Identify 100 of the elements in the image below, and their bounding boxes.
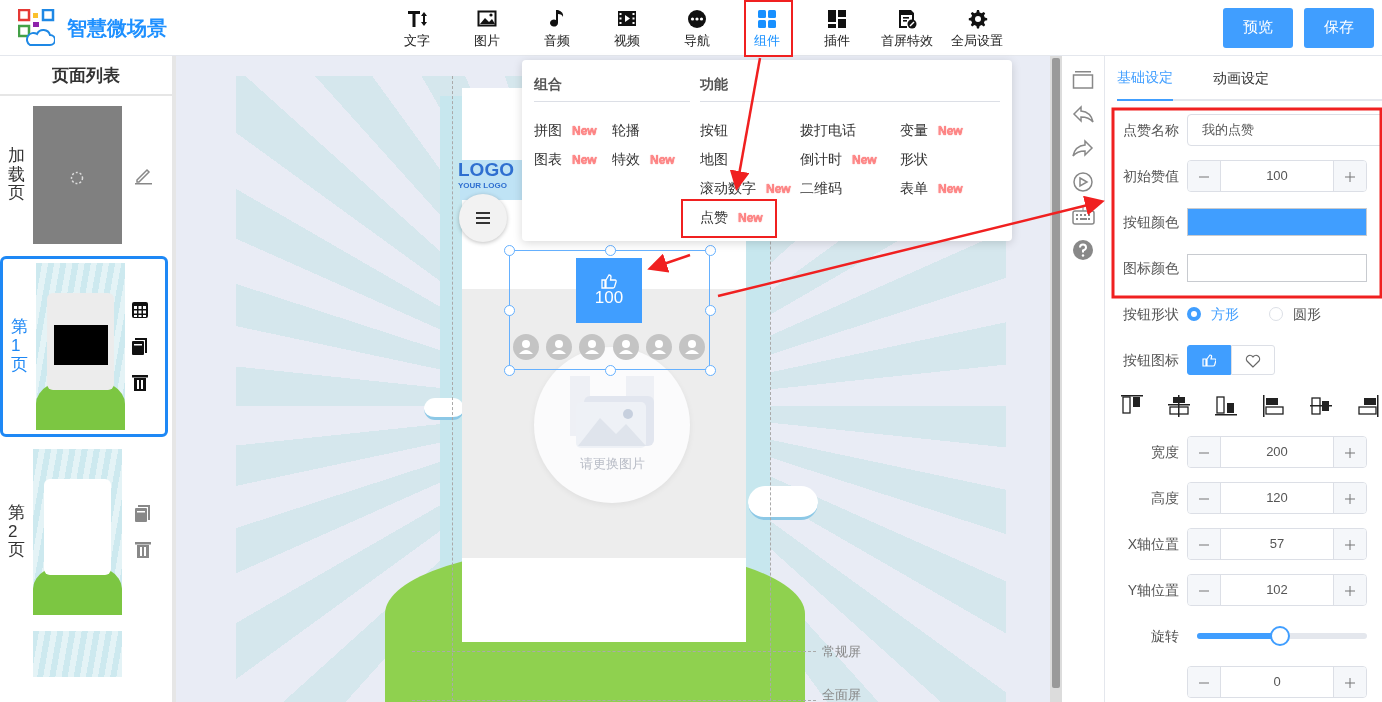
menu-icon: [476, 212, 490, 224]
toolbar-tab[interactable]: 文字: [382, 0, 452, 56]
scrollbar[interactable]: [1050, 56, 1062, 702]
number-stepper[interactable]: 102: [1187, 574, 1367, 606]
image-icon: [476, 8, 498, 29]
align-icon[interactable]: [1215, 395, 1238, 417]
field-label: 初始赞值: [1122, 166, 1179, 186]
layers-icon[interactable]: [1071, 70, 1095, 90]
dots-circle-icon: [686, 8, 708, 29]
resize-handle[interactable]: [604, 365, 616, 376]
resize-handle[interactable]: [705, 365, 716, 376]
number-stepper[interactable]: 120: [1187, 482, 1367, 514]
thumbs-up-icon: [1202, 354, 1216, 368]
radio-option[interactable]: 圆形: [1269, 303, 1321, 325]
like-count: 100: [594, 289, 624, 307]
menu-item[interactable]: 按钮: [700, 120, 728, 141]
toolbar-tab[interactable]: 视频: [592, 0, 662, 56]
page-item[interactable]: 第1页: [0, 256, 168, 437]
placeholder-text: 请更换图片: [579, 455, 645, 474]
number-stepper[interactable]: 200: [1187, 436, 1367, 468]
resize-handle[interactable]: [504, 305, 515, 316]
resize-handle[interactable]: [604, 245, 616, 256]
guide-label: 常规屏: [822, 643, 861, 661]
logo-tagline: YOUR LOGO: [458, 180, 507, 192]
menu-item[interactable]: 二维码: [800, 178, 842, 199]
copy-icon[interactable]: [131, 336, 149, 357]
field-label: 图标颜色: [1122, 258, 1179, 278]
play-icon[interactable]: [1071, 172, 1095, 192]
slider-handle[interactable]: [1270, 626, 1291, 646]
logo-text: LOGO: [458, 160, 514, 180]
sidebar-title: 页面列表: [0, 56, 172, 96]
menu-group-title: 组合: [534, 74, 690, 102]
radio-button[interactable]: [1187, 307, 1201, 321]
new-tag: New: [738, 208, 763, 227]
keyboard-icon[interactable]: [1071, 206, 1095, 226]
text-field[interactable]: 我的点赞: [1187, 114, 1382, 146]
menu-item[interactable]: 拼图: [534, 120, 562, 141]
align-icon[interactable]: [1356, 395, 1379, 417]
settings-tab[interactable]: 动画设定: [1213, 56, 1269, 101]
plus-icon: [1345, 677, 1355, 688]
field-label: 旋转: [1150, 626, 1179, 646]
page-label: 第1页: [11, 318, 28, 375]
resize-handle[interactable]: [705, 245, 716, 256]
page-label: 加载页: [8, 146, 25, 204]
new-tag: New: [572, 150, 597, 169]
menu-item[interactable]: 形状: [900, 149, 928, 170]
plus-icon: [1345, 539, 1355, 550]
field-label: 点赞名称: [1122, 120, 1179, 140]
menu-group-title: 功能: [700, 74, 1000, 102]
help-icon[interactable]: [1071, 240, 1095, 260]
number-stepper[interactable]: 0: [1187, 666, 1367, 698]
toolbar-tab[interactable]: 图片: [452, 0, 522, 56]
menu-item[interactable]: 拨打电话: [800, 120, 856, 141]
align-icon[interactable]: [1309, 395, 1332, 417]
plus-icon: [1345, 585, 1355, 596]
menu-item[interactable]: 点赞: [700, 207, 728, 228]
new-tag: New: [572, 121, 597, 140]
menu-item[interactable]: 图表: [534, 149, 562, 170]
align-icon[interactable]: [1168, 395, 1191, 417]
avatar-icon: [679, 334, 705, 360]
text-icon: [406, 8, 428, 29]
resize-handle[interactable]: [504, 245, 515, 256]
rotation-slider[interactable]: [1197, 625, 1367, 647]
align-icon[interactable]: [1121, 395, 1143, 417]
toolbar-tab[interactable]: 音频: [522, 0, 592, 56]
number-stepper[interactable]: 100: [1187, 160, 1367, 192]
new-tag: New: [650, 150, 675, 169]
logo-banner: [460, 160, 522, 200]
resize-handle[interactable]: [504, 365, 515, 376]
table-icon[interactable]: [131, 300, 149, 321]
field-label: 宽度: [1150, 442, 1179, 462]
new-tag: New: [938, 121, 963, 140]
trash-icon[interactable]: [131, 372, 149, 393]
color-swatch[interactable]: [1187, 254, 1367, 282]
toolbar-tab[interactable]: 导航: [662, 0, 732, 56]
field-label: X轴位置: [1126, 534, 1179, 554]
align-icon[interactable]: [1262, 395, 1285, 417]
new-tag: New: [852, 150, 877, 169]
highlight-frame: [744, 0, 793, 57]
color-swatch[interactable]: [1187, 208, 1367, 236]
resize-handle[interactable]: [705, 305, 716, 316]
toolbar-tab[interactable]: 首屏特效: [872, 0, 942, 56]
menu-item[interactable]: 地图: [700, 149, 728, 170]
menu-item[interactable]: 表单: [900, 178, 928, 199]
thumbs-up-icon: [601, 274, 617, 289]
icon-option[interactable]: [1187, 345, 1231, 375]
redo-icon[interactable]: [1071, 138, 1095, 158]
undo-icon[interactable]: [1071, 104, 1095, 124]
toolbar-tab[interactable]: 插件: [802, 0, 872, 56]
document-edit-icon: [896, 8, 918, 29]
menu-item[interactable]: 轮播: [612, 120, 640, 141]
menu-item[interactable]: 特效: [612, 149, 640, 170]
toolbar-tab[interactable]: 全局设置: [942, 0, 1012, 56]
menu-item[interactable]: 倒计时: [800, 149, 842, 170]
field-label: 按钮形状: [1122, 304, 1179, 324]
layout-blocks-icon: [826, 8, 848, 29]
page-item[interactable]: 加载页: [0, 102, 168, 248]
number-stepper[interactable]: 57: [1187, 528, 1367, 560]
menu-item[interactable]: 变量: [900, 120, 928, 141]
logo-icon: [18, 8, 55, 47]
